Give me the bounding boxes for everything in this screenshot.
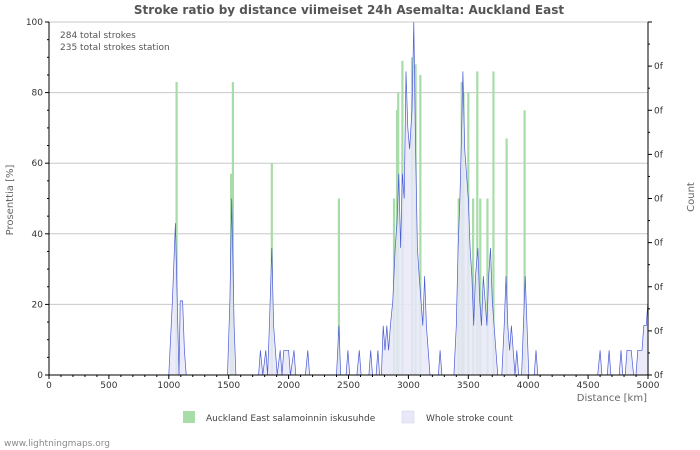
y-tick-label-20: 20	[32, 300, 44, 310]
y-axis-label-right: Count	[686, 182, 697, 212]
right-tick-label-2: 0f	[654, 283, 664, 293]
plot-background	[48, 21, 649, 376]
legend-swatch-ratio	[183, 411, 195, 423]
stroke-ratio-chart: Stroke ratio by distance viimeiset 24h A…	[4, 3, 697, 449]
right-tick-label-3: 0f	[654, 239, 664, 249]
x-tick-label-4500: 4500	[577, 381, 600, 391]
right-tick-label-4: 0f	[654, 195, 664, 205]
y-axis-label-left: Prosenttia [%]	[5, 165, 16, 236]
x-tick-label-2000: 2000	[277, 381, 300, 391]
y-tick-label-100: 100	[26, 18, 43, 28]
x-axis-label: Distance [km]	[577, 393, 647, 404]
y-tick-label-0: 0	[37, 371, 43, 381]
x-tick-label-0: 0	[46, 381, 52, 391]
legend-label-ratio: Auckland East salamoinnin iskusuhde	[206, 414, 376, 424]
info-station-strokes: 235 total strokes station	[60, 43, 170, 53]
info-total-strokes: 284 total strokes	[60, 31, 136, 41]
y-tick-label-60: 60	[32, 159, 44, 169]
x-tick-labels: 0 500 1000 1500 2000 2500 3000 3500 4000 4500 5000	[46, 375, 660, 391]
y-tick-label-40: 40	[32, 230, 44, 240]
legend-swatch-count	[401, 410, 415, 424]
y-tick-label-80: 80	[32, 89, 44, 99]
x-tick-label-1000: 1000	[157, 381, 180, 391]
x-tick-label-3500: 3500	[457, 381, 480, 391]
site-credit: www.lightningmaps.org	[4, 439, 110, 449]
right-tick-label-5: 0f	[654, 150, 664, 160]
x-tick-label-2500: 2500	[337, 381, 360, 391]
right-tick-label-0: 0f	[654, 371, 664, 381]
right-tick-label-1: 0f	[654, 327, 664, 337]
y-tick-labels: 0 20 40 60 80 100	[26, 18, 49, 381]
x-tick-label-4000: 4000	[517, 381, 540, 391]
x-tick-label-5000: 5000	[637, 381, 660, 391]
x-tick-label-3000: 3000	[397, 381, 420, 391]
right-tick-label-7: 0f	[654, 62, 664, 72]
x-tick-label-1500: 1500	[217, 381, 240, 391]
right-tick-labels: 0f 0f 0f 0f 0f 0f 0f 0f	[648, 21, 664, 381]
chart-title: Stroke ratio by distance viimeiset 24h A…	[134, 3, 564, 17]
legend-label-count: Whole stroke count	[426, 414, 513, 424]
x-tick-label-500: 500	[100, 381, 117, 391]
right-tick-label-6: 0f	[654, 106, 664, 116]
plot-area	[48, 21, 649, 376]
